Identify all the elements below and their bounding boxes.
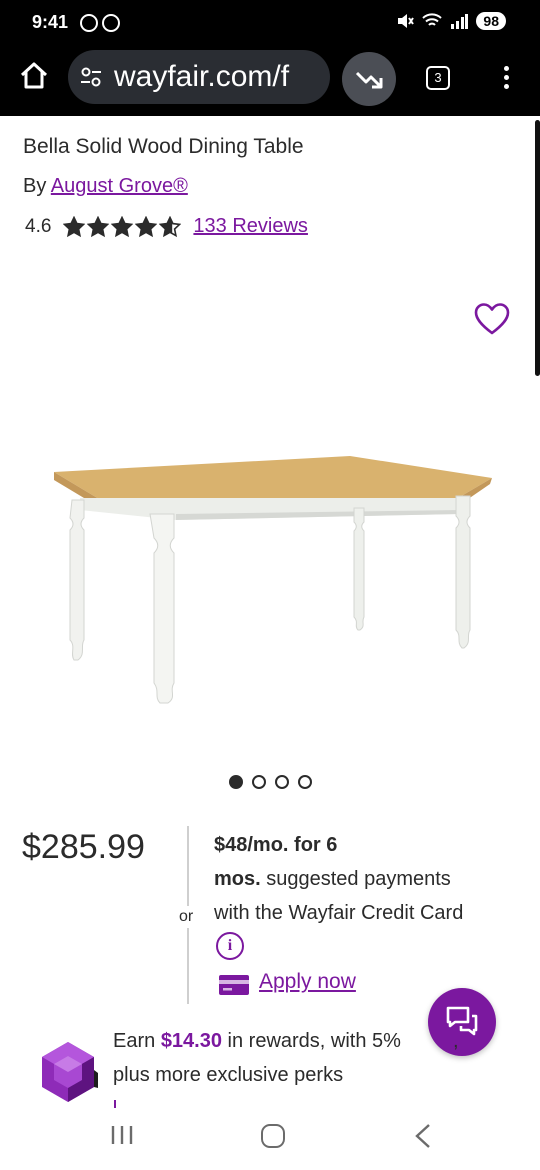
monthly-text: suggested payments	[260, 868, 451, 890]
credit-card-icon	[219, 975, 249, 995]
recent-apps-icon[interactable]	[110, 1125, 134, 1145]
status-bar: 9:41 98	[0, 0, 540, 46]
battery-indicator: 98	[476, 12, 506, 30]
address-bar[interactable]: wayfair.com/f	[68, 50, 330, 104]
site-settings-icon[interactable]	[80, 67, 102, 87]
rewards-offer: Earn $14.30 in rewards, with 5%, plus mo…	[113, 1024, 513, 1092]
financing-offer: $48/mo. for 6 mos. suggested payments wi…	[214, 828, 514, 930]
star-icon	[87, 215, 110, 237]
carousel-dot[interactable]	[229, 775, 243, 789]
rewards-amount: $14.30	[160, 1030, 222, 1052]
rewards-trailing: ,	[452, 1030, 459, 1052]
rewards-perks: plus more exclusive perks	[113, 1064, 344, 1086]
back-icon[interactable]	[414, 1123, 432, 1149]
trending-down-icon	[355, 71, 383, 89]
rating-value: 4.6	[25, 215, 52, 237]
gem-icon	[42, 1042, 98, 1102]
product-image[interactable]	[40, 440, 500, 710]
browser-toolbar: wayfair.com/f 3	[0, 46, 540, 108]
brand-byline: By August Grove®	[23, 175, 188, 198]
status-time: 9:41	[32, 12, 69, 32]
trending-button[interactable]	[342, 52, 396, 106]
product-price: $285.99	[22, 828, 145, 866]
monthly-amount: $48/mo. for 6	[214, 834, 338, 856]
heart-icon[interactable]	[474, 302, 510, 336]
signal-icon	[451, 14, 469, 29]
rating-row: 4.6 133 Reviews	[25, 215, 308, 238]
notification-icon	[102, 14, 120, 32]
home-icon[interactable]	[18, 60, 50, 92]
carousel-dot[interactable]	[252, 775, 266, 789]
url-text[interactable]: wayfair.com/f	[114, 60, 322, 96]
link-fragment	[114, 1100, 116, 1108]
rewards-prefix: Earn	[113, 1030, 161, 1052]
brand-link[interactable]: August Grove®	[51, 175, 188, 197]
star-rating	[63, 215, 182, 238]
apply-now-link[interactable]: Apply now	[259, 970, 356, 994]
tabs-icon[interactable]: 3	[426, 66, 450, 90]
info-icon[interactable]: i	[216, 932, 244, 960]
system-nav-bar	[0, 1110, 540, 1170]
home-nav-icon[interactable]	[261, 1124, 285, 1148]
carousel-dot[interactable]	[298, 775, 312, 789]
credit-card-text: with the Wayfair Credit Card	[214, 902, 464, 924]
image-carousel-dots	[229, 775, 312, 789]
carousel-dot[interactable]	[275, 775, 289, 789]
star-icon	[63, 215, 86, 237]
more-vert-icon[interactable]	[496, 64, 516, 92]
notification-icon	[80, 14, 98, 32]
product-title: Bella Solid Wood Dining Table	[23, 135, 304, 158]
reviews-link[interactable]: 133 Reviews	[193, 215, 308, 238]
browser-chrome: 9:41 98 wayfair.com/f 3	[0, 0, 540, 116]
rewards-suffix: in rewards, with 5%	[221, 1030, 401, 1052]
mute-icon	[398, 14, 415, 28]
star-icon	[135, 215, 158, 237]
status-indicators: 98	[396, 12, 506, 30]
star-icon	[159, 215, 182, 237]
star-icon	[111, 215, 134, 237]
scrollbar[interactable]	[535, 120, 540, 376]
wifi-icon	[422, 13, 443, 26]
monthly-term: mos.	[214, 868, 261, 890]
or-label: or	[179, 906, 194, 928]
by-label: By	[23, 175, 47, 197]
